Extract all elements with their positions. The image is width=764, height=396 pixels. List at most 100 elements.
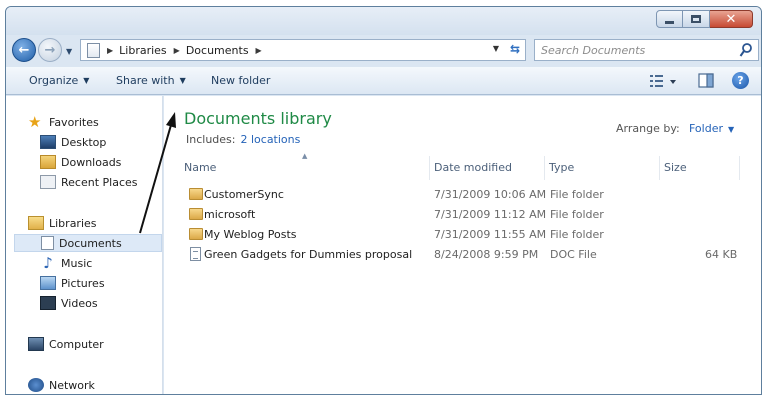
file-date: 8/24/2008 9:59 PM xyxy=(434,248,539,261)
nav-recent-places[interactable]: Recent Places xyxy=(40,173,138,191)
command-bar: Organize ▼ Share with ▼ New folder ? xyxy=(6,67,761,95)
file-row[interactable]: CustomerSync 7/31/2009 10:06 AM File fol… xyxy=(184,186,744,204)
navigation-pane: ★ Favorites Desktop Downloads Recent Plac… xyxy=(6,96,163,394)
nav-libraries[interactable]: Libraries xyxy=(28,214,97,232)
desktop-icon xyxy=(40,135,56,149)
music-note-icon: ♪ xyxy=(43,254,53,272)
organize-label: Organize xyxy=(29,74,79,87)
new-folder-button[interactable]: New folder xyxy=(211,74,270,87)
dropdown-arrow-icon: ▼ xyxy=(728,125,735,134)
network-icon xyxy=(28,378,44,392)
arrange-by-dropdown[interactable]: Folder ▼ xyxy=(689,122,734,135)
nav-favorites[interactable]: ★ Favorites xyxy=(28,113,99,131)
chevron-right-icon[interactable]: ▶ xyxy=(107,46,113,55)
locations-link[interactable]: 2 locations xyxy=(240,133,300,146)
chevron-right-icon[interactable]: ▶ xyxy=(174,46,180,55)
nav-label: Desktop xyxy=(61,135,107,149)
address-bar[interactable]: ▶ Libraries ▶ Documents ▶ ▼ ⇆ xyxy=(80,39,526,61)
folder-icon xyxy=(189,188,203,200)
documents-icon xyxy=(41,236,54,250)
file-row[interactable]: microsoft 7/31/2009 11:12 AM File folder xyxy=(184,206,744,224)
chevron-right-icon[interactable]: ▶ xyxy=(256,46,262,55)
search-icon[interactable] xyxy=(739,42,753,58)
search-placeholder[interactable]: Search Documents xyxy=(541,44,645,57)
forward-button[interactable]: → xyxy=(38,38,62,62)
column-header-type[interactable]: Type xyxy=(545,156,660,180)
nav-documents[interactable]: Documents xyxy=(14,234,162,252)
downloads-icon xyxy=(40,155,56,169)
computer-icon xyxy=(28,337,44,351)
library-includes: Includes: 2 locations xyxy=(186,133,300,146)
nav-computer[interactable]: Computer xyxy=(28,335,104,353)
file-row[interactable]: Green Gadgets for Dummies proposal 8/24/… xyxy=(184,246,744,264)
libraries-icon xyxy=(28,216,44,230)
includes-label: Includes: xyxy=(186,133,236,146)
minimize-icon xyxy=(665,20,674,24)
dropdown-arrow-icon: ▼ xyxy=(83,76,90,85)
title-bar[interactable]: ✕ xyxy=(6,7,761,35)
caption-buttons: ✕ xyxy=(656,10,753,28)
share-with-menu[interactable]: Share with ▼ xyxy=(116,74,186,87)
nav-label: Music xyxy=(61,256,93,270)
file-name: My Weblog Posts xyxy=(204,228,297,241)
maximize-icon xyxy=(691,15,701,23)
file-type: DOC File xyxy=(550,248,597,261)
nav-label: Libraries xyxy=(49,216,97,230)
library-title: Documents library xyxy=(184,109,332,128)
nav-label: Pictures xyxy=(61,276,105,290)
maximize-button[interactable] xyxy=(683,10,710,28)
close-button[interactable]: ✕ xyxy=(710,10,753,28)
column-header-size[interactable]: Size xyxy=(660,156,740,180)
new-folder-label: New folder xyxy=(211,74,271,87)
file-size: 64 KB xyxy=(705,248,738,261)
arrange-by-label: Arrange by: xyxy=(616,122,680,135)
search-box[interactable]: Search Documents xyxy=(534,39,759,61)
document-file-icon xyxy=(190,247,201,261)
recent-pages-dropdown[interactable]: ▼ xyxy=(66,47,72,56)
file-type: File folder xyxy=(550,188,604,201)
nav-label: Downloads xyxy=(61,155,122,169)
breadcrumb-libraries[interactable]: Libraries xyxy=(119,44,167,57)
file-list-pane: Documents library Includes: 2 locations A… xyxy=(164,96,761,394)
nav-label: Computer xyxy=(49,337,104,351)
file-date: 7/31/2009 11:55 AM xyxy=(434,228,547,241)
star-icon: ★ xyxy=(28,113,42,131)
nav-downloads[interactable]: Downloads xyxy=(40,153,121,171)
nav-label: Documents xyxy=(59,236,122,250)
breadcrumb-documents[interactable]: Documents xyxy=(186,44,249,57)
videos-icon xyxy=(40,296,56,310)
minimize-button[interactable] xyxy=(656,10,683,28)
address-dropdown-icon[interactable]: ▼ xyxy=(493,44,499,53)
nav-network[interactable]: Network xyxy=(28,376,95,394)
preview-pane-icon[interactable] xyxy=(697,72,715,90)
column-header-date[interactable]: Date modified xyxy=(430,156,545,180)
nav-pictures[interactable]: Pictures xyxy=(40,274,105,292)
pictures-icon xyxy=(40,276,56,290)
organize-menu[interactable]: Organize ▼ xyxy=(29,74,89,87)
dropdown-arrow-icon: ▼ xyxy=(179,76,186,85)
address-row: ← → ▼ ▶ Libraries ▶ Documents ▶ ▼ ⇆ Sear… xyxy=(6,35,761,67)
file-date: 7/31/2009 11:12 AM xyxy=(434,208,547,221)
help-button[interactable]: ? xyxy=(732,72,749,89)
nav-desktop[interactable]: Desktop xyxy=(40,133,106,151)
close-icon: ✕ xyxy=(725,11,737,27)
nav-label: Network xyxy=(49,378,95,392)
nav-music[interactable]: ♪ Music xyxy=(40,254,92,272)
arrange-by-value: Folder xyxy=(689,122,723,135)
change-view-icon[interactable] xyxy=(649,72,679,90)
nav-label: Favorites xyxy=(49,115,99,129)
nav-videos[interactable]: Videos xyxy=(40,294,98,312)
arrow-left-icon: ← xyxy=(18,42,30,58)
file-row[interactable]: My Weblog Posts 7/31/2009 11:55 AM File … xyxy=(184,226,744,244)
file-name: CustomerSync xyxy=(204,188,284,201)
nav-label: Recent Places xyxy=(61,175,138,189)
folder-icon xyxy=(189,228,203,240)
document-icon xyxy=(87,42,100,58)
arrow-right-icon: → xyxy=(44,42,56,58)
share-with-label: Share with xyxy=(116,74,175,87)
column-header-name[interactable]: Name xyxy=(180,156,430,180)
recent-places-icon xyxy=(40,175,56,189)
refresh-icon[interactable]: ⇆ xyxy=(510,42,520,56)
file-date: 7/31/2009 10:06 AM xyxy=(434,188,547,201)
back-button[interactable]: ← xyxy=(12,38,36,62)
